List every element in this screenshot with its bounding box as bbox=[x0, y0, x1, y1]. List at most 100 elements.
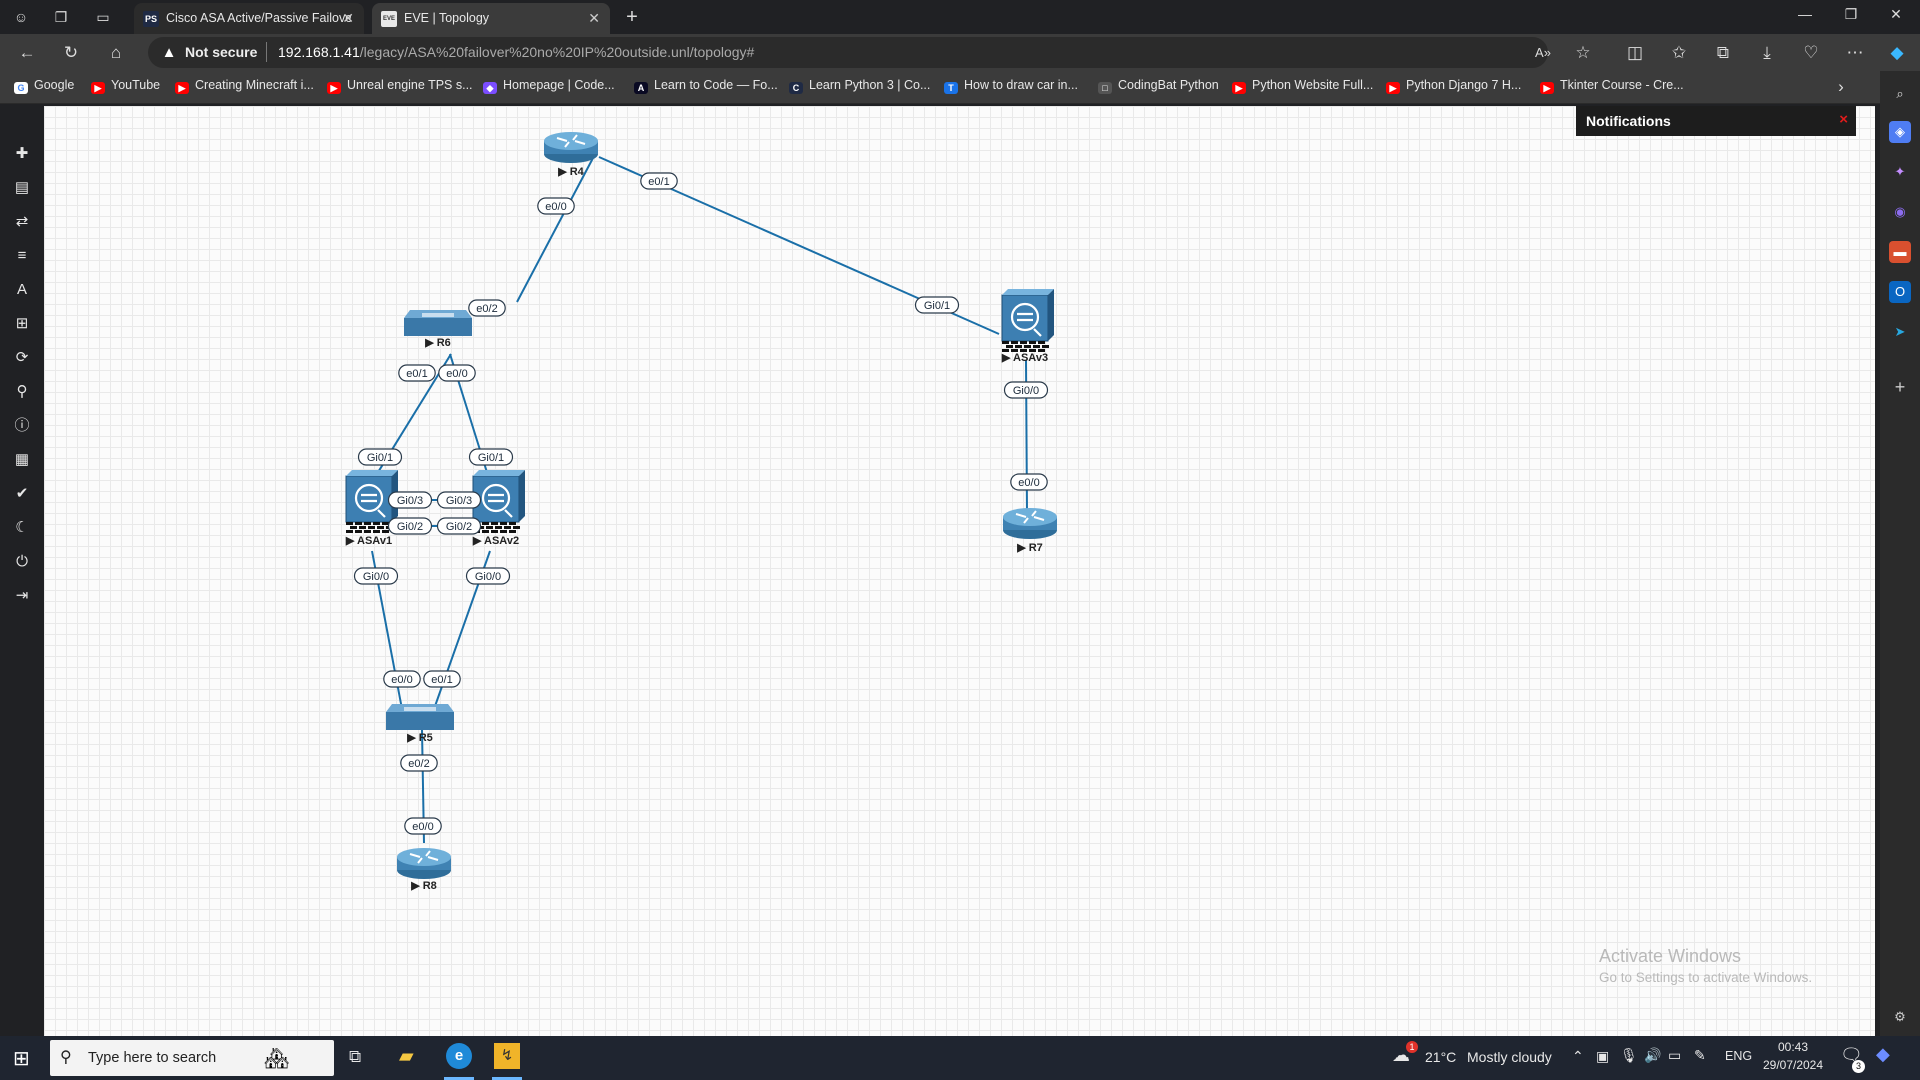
not-secure-label[interactable]: Not secure bbox=[185, 44, 257, 60]
language-indicator[interactable]: ENG bbox=[1725, 1049, 1752, 1063]
split-screen-icon[interactable]: ◫ bbox=[1624, 43, 1646, 63]
more-bookmarks-chevron-icon[interactable]: › bbox=[1830, 77, 1852, 97]
close-tab-icon[interactable]: ✕ bbox=[342, 10, 354, 27]
tab-title: EVE | Topology bbox=[404, 11, 490, 25]
tab-eve-topology[interactable]: EVE EVE | Topology ✕ bbox=[372, 3, 610, 34]
workspaces-icon[interactable]: ❐ bbox=[50, 6, 72, 28]
logout-icon[interactable]: ⇥ bbox=[12, 586, 32, 606]
lab-details-icon[interactable]: ▦ bbox=[12, 450, 32, 470]
tab-actions-icon[interactable]: ▭ bbox=[92, 6, 114, 28]
refresh-topology-icon[interactable]: ⟳ bbox=[12, 348, 32, 368]
grid-icon[interactable]: ⊞ bbox=[12, 314, 32, 334]
shopping-icon[interactable]: ◈ bbox=[1889, 121, 1911, 143]
close-notifications-icon[interactable]: × bbox=[1839, 111, 1848, 128]
outlook-icon[interactable]: O bbox=[1889, 281, 1911, 303]
volume-icon[interactable]: 🔊 bbox=[1644, 1047, 1661, 1064]
node-r6[interactable]: ▶ R6 bbox=[404, 310, 472, 349]
node-asav3[interactable]: ▶ ASAv3 bbox=[1001, 289, 1054, 364]
close-window-icon[interactable]: ✕ bbox=[1876, 6, 1916, 23]
tab-cisco-asa[interactable]: PS Cisco ASA Active/Passive Failover ✕ bbox=[134, 3, 364, 34]
eve-app-icon[interactable]: ↯ bbox=[494, 1043, 520, 1069]
home-icon[interactable]: ⌂ bbox=[105, 43, 127, 63]
taskbar-search[interactable]: ⚲ Type here to search 🏘 bbox=[50, 1040, 334, 1076]
favorite-star-icon[interactable]: ☆ bbox=[1572, 43, 1594, 63]
bookmark-item[interactable]: C Learn Python 3 | Co... bbox=[789, 78, 930, 94]
back-icon[interactable]: ← bbox=[16, 43, 38, 63]
link-line[interactable] bbox=[516, 157, 594, 303]
new-tab-button[interactable]: + bbox=[621, 6, 643, 28]
microphone-icon[interactable]: 🎙 bbox=[1620, 1047, 1638, 1064]
profile-icon[interactable]: ☺ bbox=[10, 6, 32, 28]
node-r7[interactable]: ▶ R7 bbox=[1003, 508, 1057, 554]
url-path: /legacy/ASA%20failover%20no%20IP%20outsi… bbox=[359, 44, 755, 60]
refresh-icon[interactable]: ↻ bbox=[60, 43, 82, 63]
node-asav2[interactable]: ▶ ASAv2 bbox=[472, 470, 525, 547]
windows-start-icon[interactable]: ⊞ bbox=[13, 1046, 30, 1071]
weather-temp[interactable]: 21°C bbox=[1425, 1049, 1456, 1065]
notifications-panel: Notifications × bbox=[1576, 106, 1856, 136]
add-object-icon[interactable]: ✚ bbox=[12, 144, 32, 164]
text-icon[interactable]: A bbox=[12, 280, 32, 300]
favorites-icon[interactable]: ✩ bbox=[1668, 43, 1690, 63]
bookmark-item[interactable]: ▶ Creating Minecraft i... bbox=[175, 78, 314, 94]
tools-icon[interactable]: ✦ bbox=[1889, 161, 1911, 183]
clock[interactable]: 00:43 29/07/2024 bbox=[1762, 1040, 1824, 1072]
networks-icon[interactable]: ⇄ bbox=[12, 212, 32, 232]
bookmark-item[interactable]: ▶ YouTube bbox=[91, 78, 160, 94]
status-check-icon[interactable]: ✔ bbox=[12, 484, 32, 504]
bookmark-item[interactable]: □ CodingBat Python bbox=[1098, 78, 1219, 94]
bookmark-item[interactable]: ▶ Python Website Full... bbox=[1232, 78, 1373, 94]
node-r8[interactable]: ▶ R8 bbox=[397, 848, 451, 892]
node-r5[interactable]: ▶ R5 bbox=[386, 704, 454, 744]
url-text[interactable]: 192.168.1.41/legacy/ASA%20failover%20no%… bbox=[278, 44, 754, 60]
settings-gear-icon[interactable]: ⚙ bbox=[1889, 1006, 1911, 1028]
copilot-taskbar-icon[interactable]: ◆ bbox=[1876, 1044, 1890, 1065]
node-asav1[interactable]: ▶ ASAv1 bbox=[345, 470, 398, 547]
nodes-icon[interactable]: ▤ bbox=[12, 178, 32, 198]
bookmark-item[interactable]: ◆ Homepage | Code... bbox=[483, 78, 615, 94]
read-aloud-icon[interactable]: A» bbox=[1532, 43, 1554, 63]
minimize-icon[interactable]: — bbox=[1785, 6, 1825, 22]
downloads-icon[interactable]: ⤓ bbox=[1756, 43, 1778, 63]
edge-browser-icon[interactable]: e bbox=[446, 1043, 472, 1069]
interface-label: e0/0 bbox=[383, 670, 421, 688]
search-icon[interactable]: ⌕ bbox=[1889, 83, 1911, 105]
power-icon[interactable]: ⏻ bbox=[12, 552, 32, 572]
bookmark-favicon-icon: ▶ bbox=[1540, 82, 1554, 94]
weather-condition[interactable]: Mostly cloudy bbox=[1467, 1049, 1552, 1065]
task-view-icon[interactable]: ⧉ bbox=[349, 1047, 361, 1067]
bookmark-item[interactable]: ▶ Unreal engine TPS s... bbox=[327, 78, 473, 94]
info-icon[interactable]: ⓘ bbox=[12, 416, 32, 436]
show-hidden-icons-chevron-icon[interactable]: ⌃ bbox=[1572, 1048, 1584, 1065]
collections-icon[interactable]: ⧉ bbox=[1712, 43, 1734, 63]
pen-icon[interactable]: ✎ bbox=[1694, 1047, 1706, 1064]
browser-essentials-icon[interactable]: ♡ bbox=[1800, 43, 1822, 63]
copilot-icon[interactable]: ◆ bbox=[1886, 43, 1908, 63]
copilot-sidebar-icon[interactable]: ◉ bbox=[1889, 201, 1911, 223]
startup-configs-icon[interactable]: ≡ bbox=[12, 246, 32, 266]
topology-canvas[interactable]: ▶ R4 ▶ R6 ▶ ASAv1 ▶ ASAv2 ▶ ASAv3 ▶ R5 ▶ R7 ▶ R… bbox=[44, 106, 1875, 1036]
more-menu-icon[interactable]: ⋯ bbox=[1844, 43, 1866, 63]
bookmark-label: Tkinter Course - Cre... bbox=[1560, 78, 1684, 92]
restore-icon[interactable]: ❐ bbox=[1831, 6, 1871, 23]
browser-tab-bar: ☺ ❐ ▭ PS Cisco ASA Active/Passive Failov… bbox=[0, 0, 1920, 34]
url-host: 192.168.1.41 bbox=[278, 44, 360, 60]
dark-mode-moon-icon[interactable]: ☾ bbox=[12, 518, 32, 538]
file-explorer-icon[interactable]: ▰ bbox=[399, 1045, 414, 1068]
bookmark-item[interactable]: ▶ Python Django 7 H... bbox=[1386, 78, 1521, 94]
send-icon[interactable]: ➤ bbox=[1889, 321, 1911, 343]
bookmark-item[interactable]: G Google bbox=[14, 78, 74, 94]
node-r4[interactable]: ▶ R4 bbox=[544, 132, 598, 178]
bookmark-item[interactable]: T How to draw car in... bbox=[944, 78, 1078, 94]
bookmark-favicon-icon: □ bbox=[1098, 82, 1112, 94]
bookmark-item[interactable]: A Learn to Code — Fo... bbox=[634, 78, 778, 94]
close-tab-icon[interactable]: ✕ bbox=[588, 10, 600, 27]
network-icon[interactable]: ▭ bbox=[1668, 1047, 1681, 1064]
bookmark-item[interactable]: ▶ Tkinter Course - Cre... bbox=[1540, 78, 1684, 94]
interface-label: e0/2 bbox=[468, 299, 506, 317]
zoom-icon[interactable]: ⚲ bbox=[12, 382, 32, 402]
add-sidebar-icon[interactable]: + bbox=[1889, 376, 1911, 398]
toolbox-icon[interactable]: ▬ bbox=[1889, 241, 1911, 263]
meet-now-icon[interactable]: ▣ bbox=[1596, 1048, 1609, 1065]
warning-icon[interactable]: ▲ bbox=[158, 43, 180, 63]
